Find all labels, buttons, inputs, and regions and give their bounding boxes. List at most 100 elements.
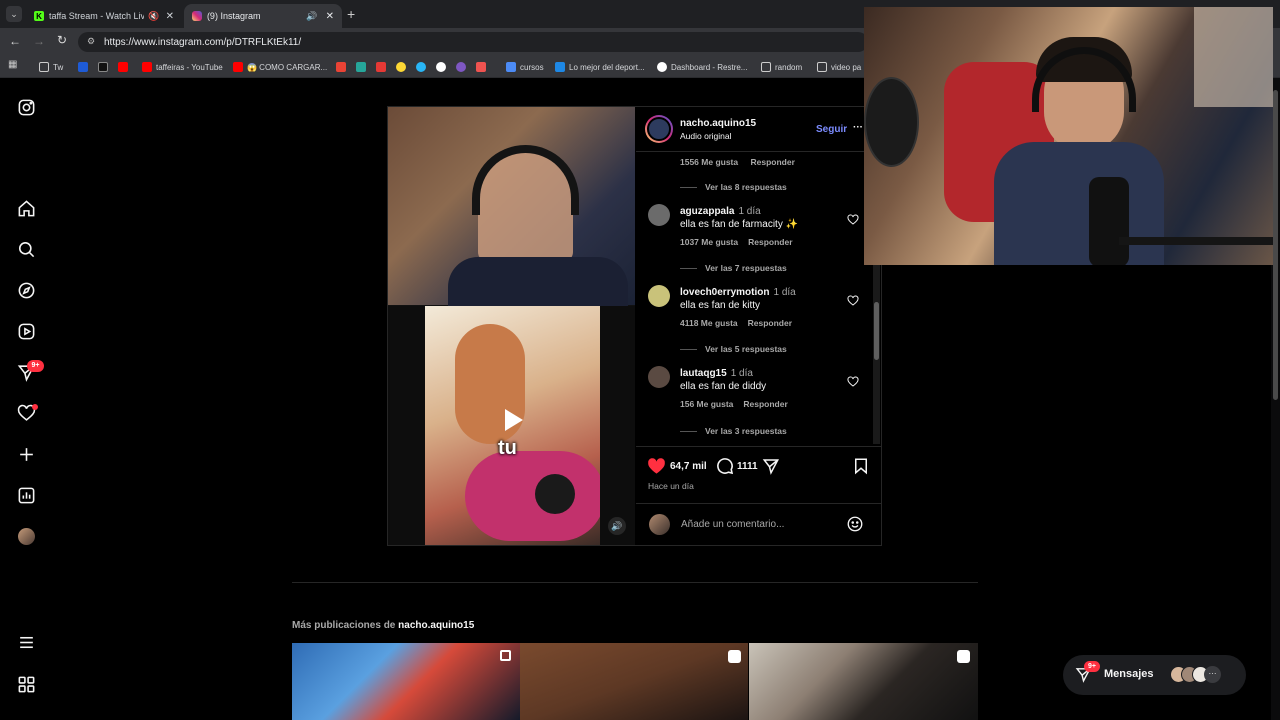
close-tab-icon[interactable]: ✕ <box>166 11 174 22</box>
reel-video[interactable]: tu 🔊 <box>388 107 635 545</box>
forward-icon[interactable]: → <box>33 34 45 48</box>
comment-box-divider <box>636 503 881 504</box>
youtube-icon <box>142 62 152 72</box>
youtube-icon[interactable] <box>118 62 128 72</box>
comment-username[interactable]: lovech0errymotion <box>680 287 769 298</box>
bookmark-cursos[interactable]: cursos <box>506 59 544 75</box>
mute-icon[interactable]: 🔇 <box>148 11 159 22</box>
app-icon[interactable] <box>436 62 446 72</box>
home-icon[interactable] <box>16 198 36 218</box>
more-post-thumbnail[interactable] <box>520 643 748 720</box>
liked-heart-icon[interactable] <box>647 457 666 476</box>
site-settings-icon[interactable]: ⚙ <box>87 36 95 47</box>
tab-list-button[interactable]: ⌄ <box>6 6 22 22</box>
view-replies-button[interactable]: Ver las 8 respuestas <box>680 182 787 192</box>
comment-time: 1 día <box>773 287 796 298</box>
comment-likes[interactable]: 156 Me gusta <box>680 399 733 409</box>
bookmark-dashboard[interactable]: Dashboard - Restre... <box>657 59 747 75</box>
author-avatar[interactable] <box>645 115 673 143</box>
reels-icon[interactable] <box>16 321 36 341</box>
like-comment-heart-icon[interactable] <box>847 295 859 307</box>
author-username[interactable]: nacho.aquino15 <box>680 118 756 129</box>
menu-icon[interactable] <box>16 632 36 652</box>
bookmark-como-cargar[interactable]: 😱 COMO CARGAR... <box>233 59 327 75</box>
reply-button[interactable]: Responder <box>748 237 792 247</box>
comment-likes[interactable]: 1037 Me gusta <box>680 237 738 247</box>
search-icon[interactable] <box>16 239 36 259</box>
instagram-logo-icon[interactable] <box>16 97 36 117</box>
like-comment-heart-icon[interactable] <box>847 214 859 226</box>
messages-label: Mensajes <box>1104 668 1154 680</box>
video-top-frame <box>388 107 635 317</box>
view-replies-button[interactable]: Ver las 7 respuestas <box>680 263 787 273</box>
app-icon[interactable] <box>376 62 386 72</box>
follow-button[interactable]: Seguir <box>816 124 847 135</box>
create-plus-icon[interactable] <box>16 444 36 464</box>
scrollbar-thumb[interactable] <box>874 302 879 360</box>
bookmark-deportes[interactable]: Lo mejor del deport... <box>555 59 645 75</box>
app-icon[interactable] <box>356 62 366 72</box>
like-comment-heart-icon[interactable] <box>847 376 859 388</box>
messages-pill[interactable]: 9+ Mensajes ··· <box>1063 655 1246 695</box>
more-posts-prefix: Más publicaciones de <box>292 620 396 631</box>
share-icon[interactable] <box>762 457 780 475</box>
speaker-icon[interactable]: 🔊 <box>306 11 317 22</box>
play-icon[interactable] <box>505 409 523 431</box>
comment-avatar[interactable] <box>648 366 670 388</box>
comment-avatar[interactable] <box>648 204 670 226</box>
back-icon[interactable]: ← <box>9 34 21 48</box>
more-options-icon[interactable]: ··· <box>853 122 863 133</box>
bookmark-site-icon <box>506 62 516 72</box>
reply-button[interactable]: Responder <box>748 318 792 328</box>
apps-grid-icon[interactable]: ▦ <box>8 59 17 70</box>
comment-avatar[interactable] <box>648 285 670 307</box>
app-icon[interactable] <box>476 62 486 72</box>
comment-likes[interactable]: 4118 Me gusta <box>680 318 738 328</box>
address-bar[interactable]: ⚙ https://www.instagram.com/p/DTRFLKtEk1… <box>78 32 868 52</box>
reply-button[interactable]: Responder <box>743 399 787 409</box>
author-avatar-image <box>647 117 671 141</box>
scrollbar-thumb[interactable] <box>1273 90 1278 400</box>
tab-kick[interactable]: K taffa Stream - Watch Live on Kick 🔇 ✕ <box>26 4 182 28</box>
more-post-thumbnail[interactable] <box>749 643 978 720</box>
bookmark-youtube[interactable]: taffeiras - YouTube <box>142 59 223 75</box>
app-icon[interactable] <box>456 62 466 72</box>
volume-icon[interactable]: 🔊 <box>608 517 626 535</box>
audio-label[interactable]: Audio original <box>680 131 732 141</box>
like-count[interactable]: 64,7 mil <box>670 461 707 472</box>
bookmark-video[interactable]: video pa <box>817 59 861 75</box>
app-icon[interactable] <box>396 62 406 72</box>
paypal-icon[interactable] <box>78 62 88 72</box>
tab-title: taffa Stream - Watch Live on Kick <box>48 11 145 21</box>
dashboard-icon[interactable] <box>16 485 36 505</box>
messages-badge: 9+ <box>1084 661 1100 672</box>
tiktok-icon[interactable] <box>98 62 108 72</box>
app-icon[interactable] <box>416 62 426 72</box>
emoji-icon[interactable] <box>846 515 864 533</box>
like-count-label[interactable]: 1556 Me gusta <box>680 157 738 167</box>
gmail-icon[interactable] <box>336 62 346 72</box>
more-post-thumbnail[interactable] <box>292 643 520 720</box>
save-bookmark-icon[interactable] <box>852 457 870 475</box>
explore-icon[interactable] <box>16 280 36 300</box>
also-from-meta-icon[interactable] <box>16 674 36 694</box>
comment-username[interactable]: aguzappala <box>680 206 734 217</box>
comment-bubble-icon[interactable] <box>715 456 734 475</box>
bookmark-tw[interactable]: Tw <box>39 59 63 75</box>
comment-username-row: aguzappala 1 día <box>680 206 761 217</box>
profile-avatar[interactable] <box>18 528 35 545</box>
comment-count[interactable]: 1111 <box>737 461 758 472</box>
reload-icon[interactable]: ↻ <box>57 33 67 47</box>
tab-instagram[interactable]: (9) Instagram 🔊 ✕ <box>184 4 342 28</box>
comment-input[interactable]: Añade un comentario... <box>681 519 831 530</box>
comment-username[interactable]: lautaqg15 <box>680 368 727 379</box>
new-tab-button[interactable]: + <box>347 6 355 22</box>
view-replies-button[interactable]: Ver las 3 respuestas <box>680 426 787 436</box>
view-replies-button[interactable]: Ver las 5 respuestas <box>680 344 787 354</box>
view-replies-label: Ver las 8 respuestas <box>705 182 787 192</box>
bookmark-random[interactable]: random <box>761 59 802 75</box>
view-replies-label: Ver las 7 respuestas <box>705 263 787 273</box>
close-tab-icon[interactable]: ✕ <box>326 11 334 22</box>
more-posts-username[interactable]: nacho.aquino15 <box>398 620 474 631</box>
reply-button[interactable]: Responder <box>751 157 795 167</box>
